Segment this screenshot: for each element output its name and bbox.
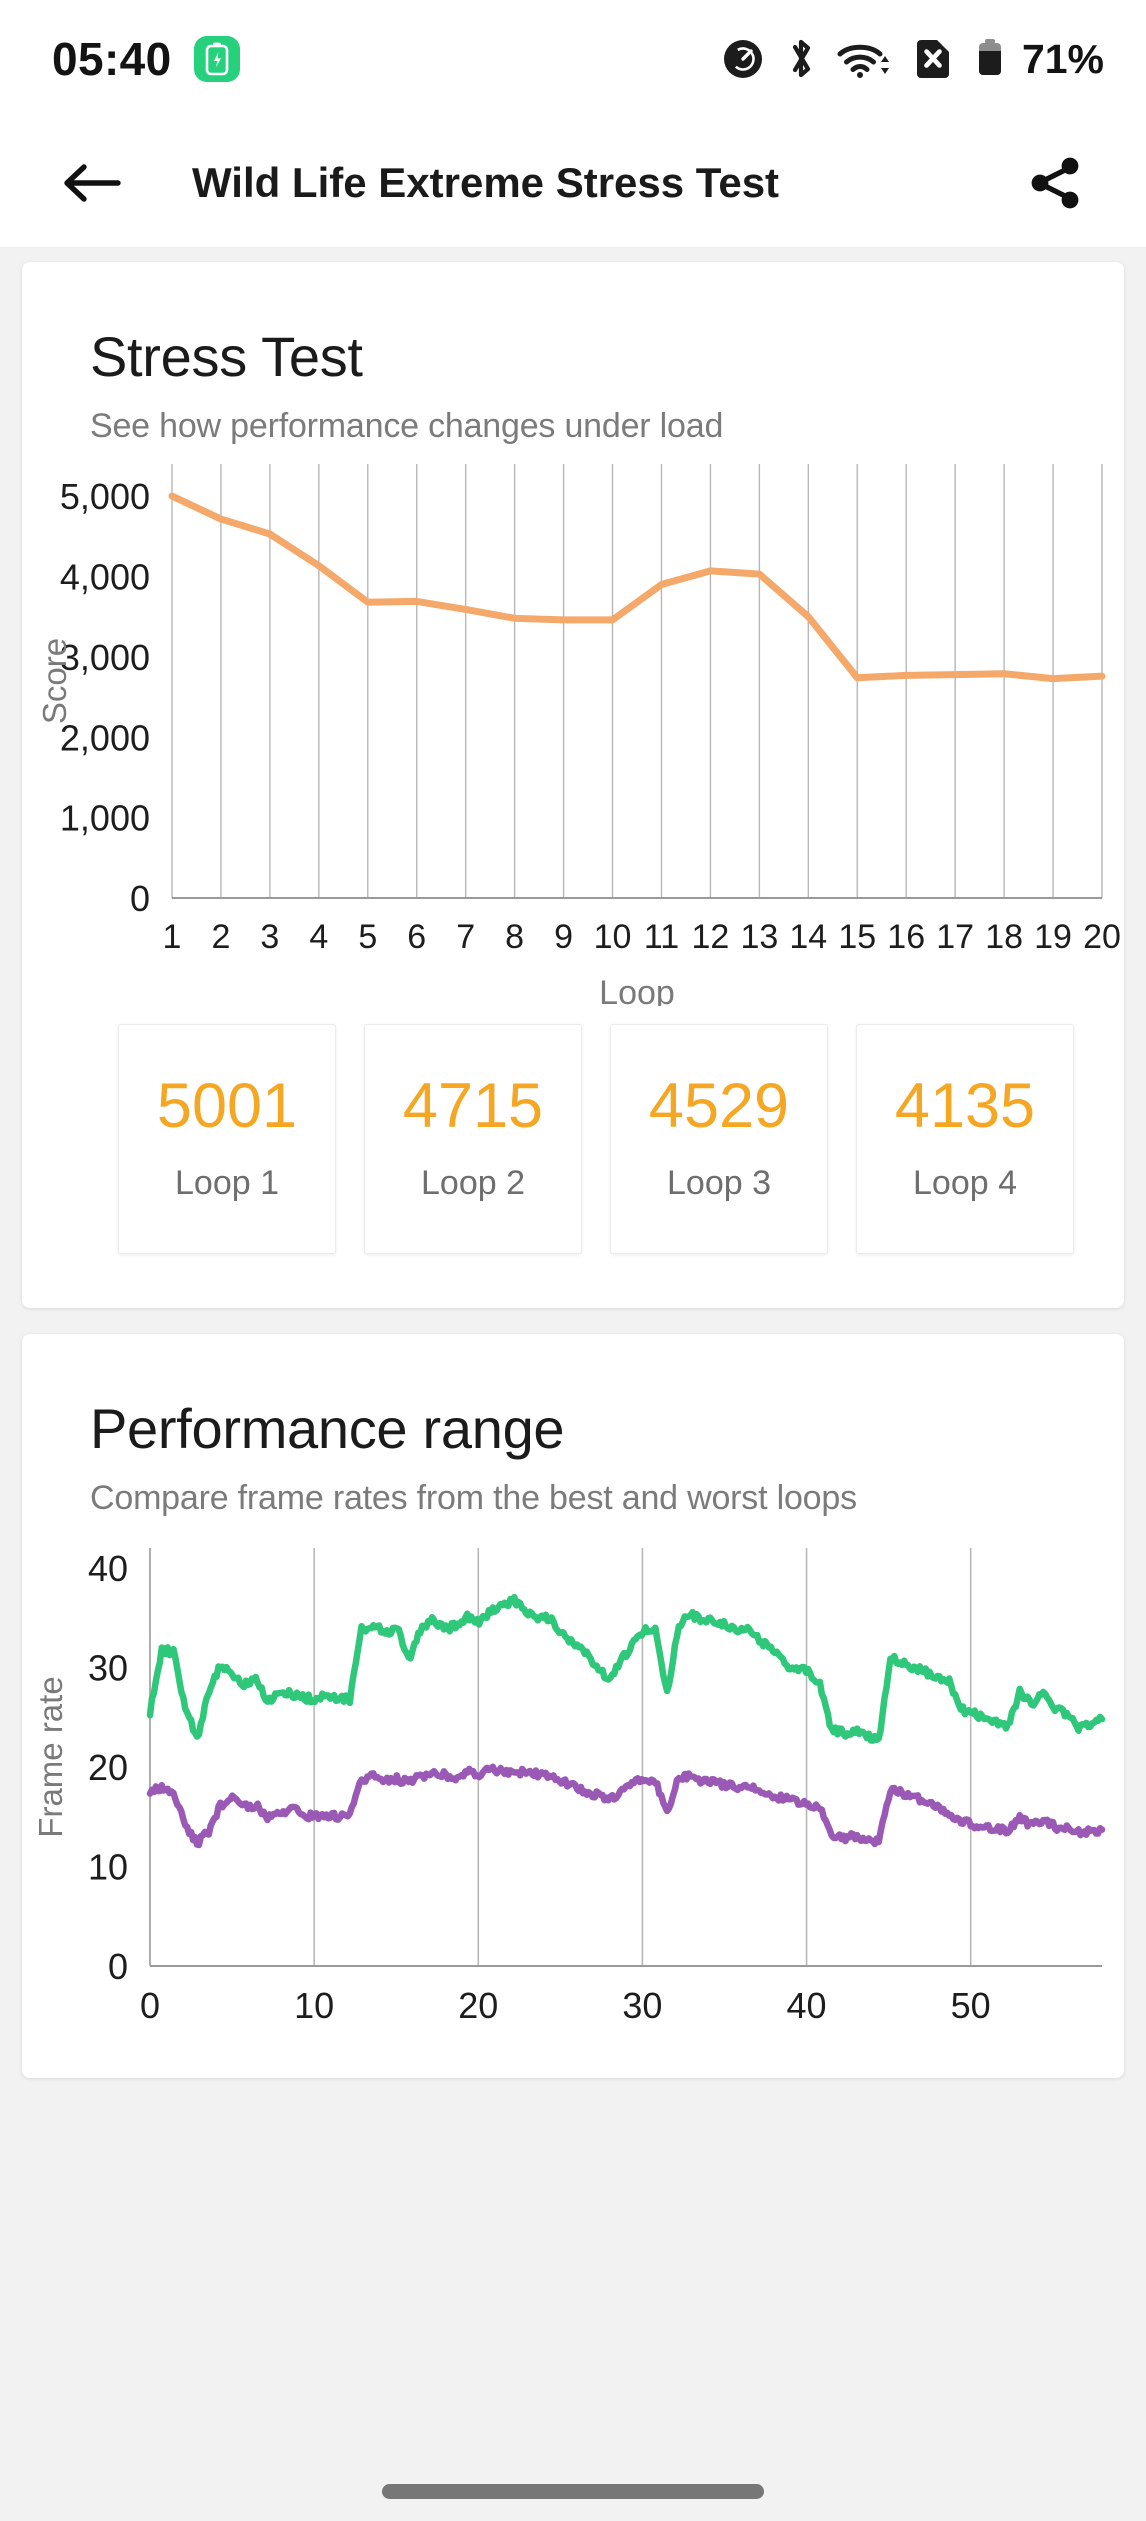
status-bar-right: 71% xyxy=(721,36,1104,83)
back-arrow-icon xyxy=(62,157,122,209)
home-indicator[interactable] xyxy=(382,2484,764,2499)
svg-text:10: 10 xyxy=(594,918,632,956)
status-bar: 05:40 xyxy=(0,0,1146,118)
svg-text:Loop: Loop xyxy=(599,974,675,1006)
svg-text:8: 8 xyxy=(505,918,524,956)
svg-text:0: 0 xyxy=(108,1946,128,1987)
loop-score-value: 4715 xyxy=(403,1075,543,1138)
svg-text:30: 30 xyxy=(88,1647,128,1688)
stress-test-chart: 01,0002,0003,0004,0005,000Score123456789… xyxy=(22,446,1124,1006)
loop-score-card[interactable]: 4135 Loop 4 xyxy=(856,1024,1074,1254)
phone-screen: 05:40 xyxy=(0,0,1146,2521)
loop-score-value: 4529 xyxy=(649,1075,789,1138)
svg-text:40: 40 xyxy=(787,1985,827,2026)
loop-score-value: 4135 xyxy=(895,1075,1035,1138)
performance-range-title: Performance range xyxy=(22,1396,1124,1461)
svg-text:4: 4 xyxy=(309,918,328,956)
stress-test-title: Stress Test xyxy=(22,324,1124,389)
svg-text:1: 1 xyxy=(163,918,182,956)
battery-saver-icon xyxy=(194,36,240,82)
bluetooth-icon xyxy=(786,36,816,82)
svg-text:16: 16 xyxy=(887,918,925,956)
svg-text:10: 10 xyxy=(294,1985,334,2026)
loop-score-strip[interactable]: 5001 Loop 1 4715 Loop 2 4529 Loop 3 4135… xyxy=(22,1006,1124,1308)
no-sim-icon xyxy=(912,36,954,82)
svg-text:19: 19 xyxy=(1034,918,1072,956)
svg-text:11: 11 xyxy=(644,918,679,956)
performance-range-chart: 0 10 20 30 40 Frame rate 0 10 20 30 40 50 xyxy=(22,1518,1124,2078)
svg-text:20: 20 xyxy=(458,1985,498,2026)
svg-text:17: 17 xyxy=(936,918,974,956)
svg-text:Frame rate: Frame rate xyxy=(32,1676,69,1837)
app-bar: Wild Life Extreme Stress Test xyxy=(0,118,1146,248)
svg-text:5: 5 xyxy=(358,918,377,956)
loop-score-label: Loop 4 xyxy=(913,1164,1017,1203)
loop-score-label: Loop 3 xyxy=(667,1164,771,1203)
svg-text:9: 9 xyxy=(554,918,573,956)
svg-text:1,000: 1,000 xyxy=(60,798,150,839)
loop-score-card[interactable]: 4715 Loop 2 xyxy=(364,1024,582,1254)
svg-text:50: 50 xyxy=(951,1985,991,2026)
stress-test-subtitle: See how performance changes under load xyxy=(22,389,1124,446)
share-icon xyxy=(1027,154,1085,212)
svg-text:14: 14 xyxy=(789,918,827,956)
svg-text:40: 40 xyxy=(88,1548,128,1589)
battery-icon xyxy=(975,36,1005,82)
svg-text:15: 15 xyxy=(838,918,876,956)
svg-text:10: 10 xyxy=(88,1846,128,1887)
svg-text:6: 6 xyxy=(407,918,426,956)
loop-score-card[interactable]: 5001 Loop 1 xyxy=(118,1024,336,1254)
stress-test-card: Stress Test See how performance changes … xyxy=(22,262,1124,1308)
svg-text:3,000: 3,000 xyxy=(60,637,150,678)
wifi-icon xyxy=(837,37,891,81)
svg-text:4,000: 4,000 xyxy=(60,557,150,598)
loop-score-label: Loop 2 xyxy=(421,1164,525,1203)
svg-text:12: 12 xyxy=(692,918,730,956)
status-clock: 05:40 xyxy=(52,32,172,86)
status-bar-left: 05:40 xyxy=(52,32,240,86)
svg-text:0: 0 xyxy=(140,1985,160,2026)
share-button[interactable] xyxy=(1014,141,1098,225)
svg-text:18: 18 xyxy=(985,918,1023,956)
page-title: Wild Life Extreme Stress Test xyxy=(192,159,1014,207)
back-button[interactable] xyxy=(50,141,134,225)
loop-score-value: 5001 xyxy=(157,1075,297,1138)
frame-rate-line-chart: 0 10 20 30 40 Frame rate 0 10 20 30 40 50 xyxy=(22,1518,1124,2078)
scroll-content[interactable]: Stress Test See how performance changes … xyxy=(0,248,1146,2521)
svg-text:7: 7 xyxy=(456,918,475,956)
svg-text:30: 30 xyxy=(622,1985,662,2026)
score-line-chart: 01,0002,0003,0004,0005,000Score123456789… xyxy=(22,446,1124,1006)
svg-text:20: 20 xyxy=(88,1747,128,1788)
svg-text:Score: Score xyxy=(36,638,73,724)
loop-score-card[interactable]: 4529 Loop 3 xyxy=(610,1024,828,1254)
svg-text:0: 0 xyxy=(130,878,150,919)
svg-text:2,000: 2,000 xyxy=(60,717,150,758)
battery-percent-label: 71% xyxy=(1022,36,1104,83)
performance-range-subtitle: Compare frame rates from the best and wo… xyxy=(22,1461,1124,1518)
svg-text:13: 13 xyxy=(740,918,778,956)
loop-score-label: Loop 1 xyxy=(175,1164,279,1203)
gauge-icon xyxy=(721,37,765,81)
svg-text:3: 3 xyxy=(260,918,279,956)
svg-text:20: 20 xyxy=(1083,918,1121,956)
svg-text:5,000: 5,000 xyxy=(60,476,150,517)
svg-text:2: 2 xyxy=(211,918,230,956)
performance-range-card: Performance range Compare frame rates fr… xyxy=(22,1334,1124,2078)
